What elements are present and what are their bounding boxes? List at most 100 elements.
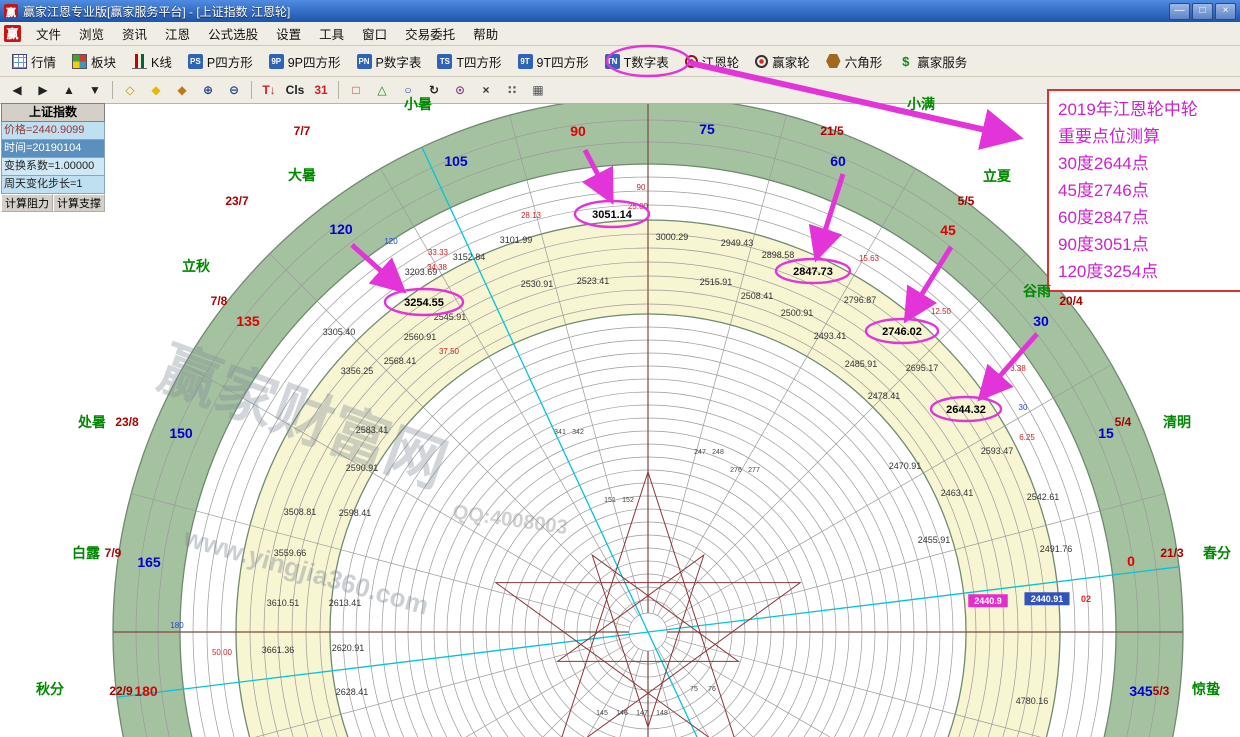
back-button[interactable]: ◀ [4, 79, 30, 102]
winner-service-icon: $ [898, 54, 913, 69]
calc-support-button[interactable]: 计算支撑 [53, 194, 105, 212]
diamond-yellow-button[interactable]: ◆ [143, 79, 169, 102]
menu-item-1[interactable]: 文件 [27, 22, 70, 45]
toolbar-label: P四方形 [207, 52, 253, 71]
delete-tool-button[interactable]: × [473, 79, 499, 102]
diamond-orange-button[interactable]: ◆ [169, 79, 195, 102]
annotation-line: 30度2644点 [1058, 150, 1240, 177]
toolbar-label: 江恩轮 [702, 52, 740, 71]
target-tool-button[interactable]: ⊙ [447, 79, 473, 102]
panel-buttons: 计算阻力计算支撑 [1, 194, 105, 212]
toolbar-button-t-table[interactable]: TN T数字表 [597, 46, 677, 76]
menu-item-9[interactable]: 交易委托 [396, 22, 464, 45]
toolbar-button-p-square[interactable]: PS P四方形 [180, 46, 261, 76]
toolbar-label: T数字表 [624, 52, 669, 71]
toolbar-button-winner-wheel[interactable]: 赢家轮 [747, 46, 818, 76]
calc-resistance-button[interactable]: 计算阻力 [1, 194, 53, 212]
triangle-tool-button[interactable]: △ [369, 79, 395, 102]
p-table-icon: PN [357, 54, 372, 69]
ellipse-tool-button[interactable]: ○ [395, 79, 421, 102]
toolbar-button-t-square[interactable]: TS T四方形 [429, 46, 509, 76]
toolbar-label: 板块 [91, 52, 116, 71]
toolbar-label: 赢家轮 [772, 52, 810, 71]
t-down-button[interactable]: T↓ [256, 79, 282, 102]
annotation-line: 120度3254点 [1058, 258, 1240, 285]
sectors-icon [72, 54, 87, 69]
toolbar-button-hexagon[interactable]: 六角形 [818, 46, 891, 76]
index-info-panel: 上证指数 价格=2440.9099时间=20190104变换系数=1.00000… [1, 103, 105, 212]
select-tool-button[interactable]: ▦ [525, 79, 551, 102]
quote-icon [12, 54, 27, 69]
panel-row-2: 时间=20190104 [1, 140, 105, 158]
menu-item-3[interactable]: 资讯 [113, 22, 156, 45]
toolbar-button-gann-wheel[interactable]: 江恩轮 [677, 46, 748, 76]
cls-button[interactable]: Cls [282, 79, 308, 102]
main-toolbar: 行情板块K线PSP四方形9P9P四方形PNP数字表TST四方形9T9T四方形TN… [0, 46, 1240, 77]
toolbar-separator [112, 81, 113, 99]
calendar-button[interactable]: 31 [308, 79, 334, 102]
annotation-line: 60度2847点 [1058, 204, 1240, 231]
menu-item-5[interactable]: 公式选股 [199, 22, 267, 45]
zoom-out-button[interactable]: ⊖ [221, 79, 247, 102]
toolbar-button-quote[interactable]: 行情 [4, 46, 64, 76]
toolbar-button-p-table[interactable]: PN P数字表 [349, 46, 430, 76]
forward-button[interactable]: ▶ [30, 79, 56, 102]
kline-icon [132, 54, 147, 69]
brand-logo-icon: 赢 [4, 25, 21, 42]
toolbar-button-sectors[interactable]: 板块 [64, 46, 124, 76]
window-controls: —□× [1169, 3, 1236, 20]
app-icon: 赢 [4, 4, 18, 18]
scale-tool-button[interactable]: ∷ [499, 79, 525, 102]
p-square-icon: PS [188, 54, 203, 69]
9t-square-icon: 9T [518, 54, 533, 69]
menu-item-7[interactable]: 工具 [310, 22, 353, 45]
hexagon-icon [826, 54, 841, 69]
panel-row-3: 变换系数=1.00000 [1, 158, 105, 176]
menu-item-4[interactable]: 江恩 [156, 22, 199, 45]
annotation-line: 重要点位测算 [1058, 123, 1240, 150]
toolbar-label: 六角形 [845, 52, 883, 71]
minimize-button[interactable]: — [1169, 3, 1190, 20]
annotation-line: 45度2746点 [1058, 177, 1240, 204]
t-table-icon: TN [605, 54, 620, 69]
menu-item-2[interactable]: 浏览 [70, 22, 113, 45]
window-titlebar: 赢 赢家江恩专业版[赢家服务平台] - [上证指数 江恩轮] —□× [0, 0, 1240, 22]
toolbar-label: 行情 [31, 52, 56, 71]
index-values: 价格=2440.9099时间=20190104变换系数=1.00000周天变化步… [1, 122, 105, 194]
rotate-tool-button[interactable]: ↻ [421, 79, 447, 102]
menu-item-10[interactable]: 帮助 [464, 22, 507, 45]
panel-row-4: 周天变化步长=1 [1, 176, 105, 194]
toolbar-label: 赢家服务 [917, 52, 967, 71]
menu-item-6[interactable]: 设置 [267, 22, 310, 45]
filter-button[interactable]: ▼ [82, 79, 108, 102]
toolbar-button-winner-service[interactable]: $ 赢家服务 [890, 46, 975, 76]
rect-tool-button[interactable]: □ [343, 79, 369, 102]
close-button[interactable]: × [1215, 3, 1236, 20]
pointer-up-button[interactable]: ▲ [56, 79, 82, 102]
window-title: 赢家江恩专业版[赢家服务平台] - [上证指数 江恩轮] [23, 3, 1169, 20]
winner-wheel-icon [755, 55, 768, 68]
zoom-in-button[interactable]: ⊕ [195, 79, 221, 102]
toolbar-button-kline[interactable]: K线 [124, 46, 180, 76]
toolbar-label: P数字表 [376, 52, 422, 71]
diamond-outline-button[interactable]: ◇ [117, 79, 143, 102]
t-square-icon: TS [437, 54, 452, 69]
gann-wheel-icon [685, 55, 698, 68]
toolbar-button-9p-square[interactable]: 9P 9P四方形 [261, 46, 349, 76]
annotation-box: 2019年江恩轮中轮重要点位测算30度2644点45度2746点60度2847点… [1047, 89, 1240, 292]
maximize-button[interactable]: □ [1192, 3, 1213, 20]
annotation-line: 2019年江恩轮中轮 [1058, 96, 1240, 123]
toolbar-label: 9P四方形 [288, 52, 341, 71]
panel-row-1: 价格=2440.9099 [1, 122, 105, 140]
toolbar-separator [338, 81, 339, 99]
menu-bar: 赢 文件浏览资讯江恩公式选股设置工具窗口交易委托帮助 [0, 22, 1240, 46]
toolbar-label: K线 [151, 52, 172, 71]
9p-square-icon: 9P [269, 54, 284, 69]
index-name: 上证指数 [1, 103, 105, 122]
toolbar-label: T四方形 [456, 52, 501, 71]
menu-items: 文件浏览资讯江恩公式选股设置工具窗口交易委托帮助 [27, 22, 507, 45]
annotation-line: 90度3051点 [1058, 231, 1240, 258]
toolbar-separator [251, 81, 252, 99]
menu-item-8[interactable]: 窗口 [353, 22, 396, 45]
toolbar-button-9t-square[interactable]: 9T9T四方形 [510, 46, 597, 76]
